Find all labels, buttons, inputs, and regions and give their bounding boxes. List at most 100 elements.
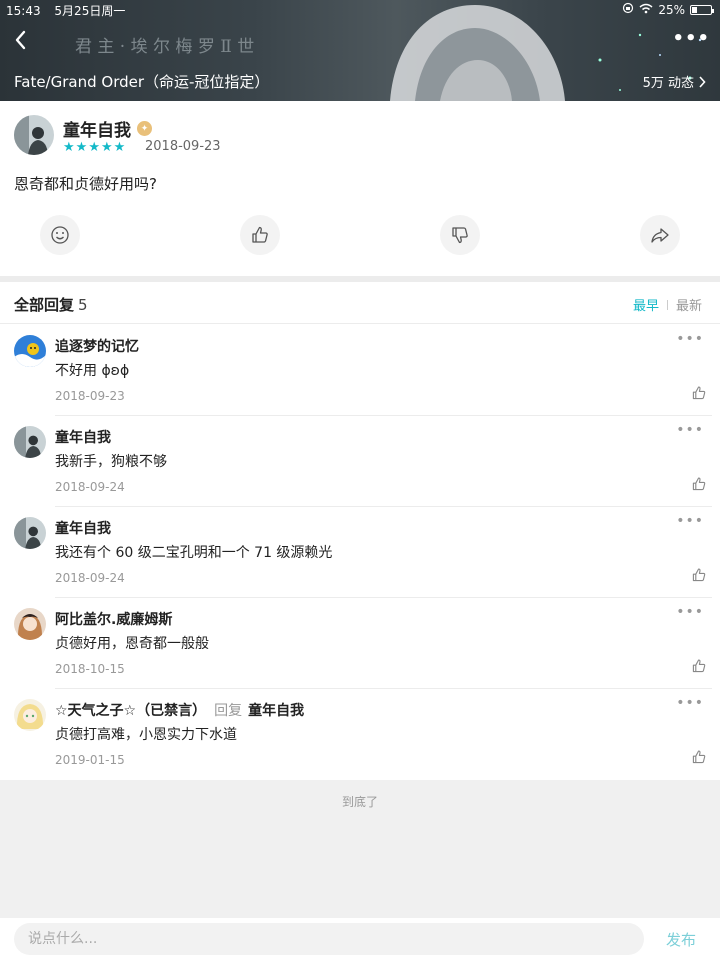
reply-more-button[interactable]: ••• — [676, 422, 704, 438]
avatar[interactable] — [14, 335, 46, 367]
star-icon: ★ — [100, 140, 113, 155]
avatar[interactable] — [14, 608, 46, 640]
battery-icon — [690, 4, 714, 15]
reply-author: ☆天气之子☆（已禁言） 回复 童年自我 — [55, 700, 304, 720]
more-dots-icon: ••• — [676, 604, 704, 620]
reply-more-button[interactable]: ••• — [676, 604, 704, 620]
reply-text: 我新手，狗粮不够 — [55, 454, 167, 470]
emoji-button[interactable] — [40, 215, 80, 255]
end-of-list-text: 到底了 — [341, 795, 378, 809]
share-icon — [651, 228, 669, 243]
sort-earliest-button[interactable]: 最早 — [633, 295, 659, 314]
chevron-left-icon — [15, 30, 26, 50]
status-bar: 15:43 5月25日周一 25% — [0, 0, 720, 20]
back-button[interactable] — [10, 28, 34, 52]
reply-like-button[interactable] — [691, 658, 707, 674]
reply-more-button[interactable]: ••• — [676, 695, 704, 711]
post-author[interactable]: 童年自我 ✦ — [63, 116, 152, 141]
follow-count-text: 5万 动态 — [642, 76, 694, 91]
reply-text: 我还有个 60 级二宝孔明和一个 71 级源赖光 — [55, 545, 333, 561]
main-post: 童年自我 ✦ ★ ★ ★ ★ ★ 2018-09-23 恩奇都和贞德好用吗? — [0, 101, 720, 276]
chevron-right-icon — [699, 75, 706, 88]
reply-item: 童年自我 我还有个 60 级二宝孔明和一个 71 级源赖光 2018-09-24… — [0, 507, 720, 598]
like-button[interactable] — [240, 215, 280, 255]
avatar-image — [14, 699, 46, 731]
follow-count-link[interactable]: 5万 动态 — [643, 72, 706, 91]
reply-like-button[interactable] — [691, 749, 707, 765]
avatar-image — [14, 335, 46, 367]
reply-date: 2019-01-15 — [55, 753, 125, 767]
post-date: 2018-09-23 — [145, 139, 221, 154]
avatar-image — [14, 115, 54, 155]
reply-author[interactable]: 童年自我 — [55, 518, 111, 538]
dislike-button[interactable] — [440, 215, 480, 255]
reply-text: 贞德打高难，小恩实力下水道 — [55, 727, 237, 743]
publish-button[interactable]: 发布 — [666, 929, 696, 950]
more-options-button[interactable]: ••• — [672, 30, 710, 48]
reply-author[interactable]: 阿比盖尔.威廉姆斯 — [55, 609, 172, 629]
reply-author[interactable]: 童年自我 — [55, 427, 111, 447]
more-dots-icon: ••• — [676, 513, 704, 529]
post-text: 恩奇都和贞德好用吗? — [14, 175, 157, 193]
sort-latest-button[interactable]: 最新 — [676, 295, 702, 314]
reply-item: 追逐梦的记忆 不好用 ɸʚɸ 2018-09-23 ••• — [0, 325, 720, 416]
status-date: 5月25日周一 — [54, 4, 126, 18]
reply-target-name[interactable]: 童年自我 — [248, 703, 304, 719]
verified-badge-icon: ✦ — [137, 121, 152, 136]
thumbs-up-icon — [692, 750, 706, 764]
reply-item: 阿比盖尔.威廉姆斯 贞德好用，恩奇都一般般 2018-10-15 ••• — [0, 598, 720, 689]
orientation-lock-icon — [622, 2, 634, 17]
reply-text: 不好用 ɸʚɸ — [55, 363, 130, 379]
thumbs-down-icon — [452, 227, 468, 244]
star-icon: ★ — [88, 140, 100, 155]
game-header-banner: 君 主 · 埃 尔 梅 罗 Ⅱ 世 15:43 5月25日周一 25% ••• … — [0, 0, 720, 101]
rating-stars: ★ ★ ★ ★ ★ — [63, 140, 125, 155]
reply-to-label: 回复 — [214, 703, 243, 719]
post-author-name: 童年自我 — [63, 121, 131, 141]
comment-input[interactable] — [14, 923, 644, 955]
reply-date: 2018-09-23 — [55, 389, 125, 403]
comment-bar: 发布 — [0, 918, 720, 960]
avatar[interactable] — [14, 517, 46, 549]
more-dots-icon: ••• — [672, 28, 710, 49]
thumbs-up-icon — [692, 477, 706, 491]
reply-like-button[interactable] — [691, 385, 707, 401]
thumbs-up-icon — [252, 226, 268, 243]
sort-divider — [666, 299, 668, 310]
reply-author-name[interactable]: ☆天气之子☆（已禁言） — [55, 703, 206, 719]
replies-header: 全部回复 5 最早 最新 — [0, 282, 720, 324]
reply-like-button[interactable] — [691, 567, 707, 583]
game-title[interactable]: Fate/Grand Order（命运-冠位指定） — [14, 71, 269, 92]
avatar-image — [14, 517, 46, 549]
avatar[interactable] — [14, 115, 54, 155]
reply-more-button[interactable]: ••• — [676, 513, 704, 529]
avatar[interactable] — [14, 699, 46, 731]
share-button[interactable] — [640, 215, 680, 255]
reply-date: 2018-09-24 — [55, 480, 125, 494]
reply-date: 2018-09-24 — [55, 571, 125, 585]
battery-percent: 25% — [658, 2, 685, 17]
reply-more-button[interactable]: ••• — [676, 331, 704, 347]
replies-title: 全部回复 5 — [14, 294, 88, 315]
star-icon: ★ — [63, 140, 75, 155]
reply-author[interactable]: 追逐梦的记忆 — [55, 336, 139, 356]
star-icon: ★ — [75, 140, 88, 155]
more-dots-icon: ••• — [676, 422, 704, 438]
star-icon: ★ — [113, 140, 126, 155]
banner-text: 君 主 · 埃 尔 梅 罗 Ⅱ 世 — [75, 37, 254, 57]
reply-date: 2018-10-15 — [55, 662, 125, 676]
reply-item: ☆天气之子☆（已禁言） 回复 童年自我 贞德打高难，小恩实力下水道 2019-01-… — [0, 689, 720, 780]
reply-text: 贞德好用，恩奇都一般般 — [55, 636, 209, 652]
replies-title-text: 全部回复 — [14, 296, 75, 314]
thumbs-up-icon — [692, 386, 706, 400]
emoji-icon — [51, 226, 69, 244]
more-dots-icon: ••• — [676, 695, 704, 711]
reply-item: 童年自我 我新手，狗粮不够 2018-09-24 ••• — [0, 416, 720, 507]
thumbs-up-icon — [692, 659, 706, 673]
more-dots-icon: ••• — [676, 331, 704, 347]
avatar[interactable] — [14, 426, 46, 458]
status-time: 15:43 — [6, 4, 41, 18]
reply-like-button[interactable] — [691, 476, 707, 492]
avatar-image — [14, 608, 46, 640]
replies-section: 全部回复 5 最早 最新 追逐梦的记忆 不好用 ɸʚɸ 2018-09-23 ••… — [0, 282, 720, 780]
